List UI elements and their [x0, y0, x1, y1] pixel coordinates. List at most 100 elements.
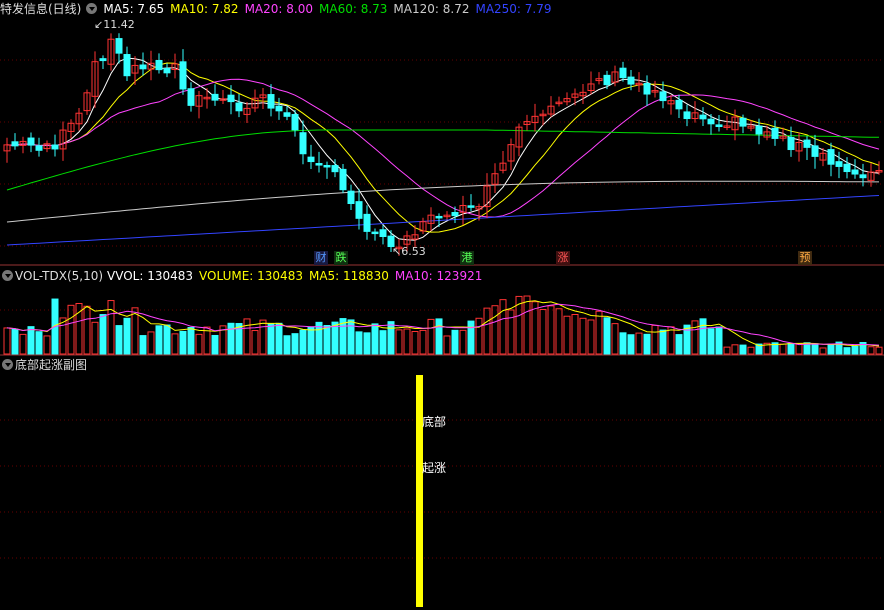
volume-bar: [371, 323, 379, 355]
candle-body: [627, 76, 635, 85]
volume-bar: [227, 322, 235, 355]
volume-bar: [163, 324, 171, 355]
candle-body: [315, 163, 323, 166]
volume-bar: [155, 325, 163, 355]
event-tag-finance[interactable]: 财: [314, 251, 328, 265]
volume-bar: [379, 330, 387, 355]
volume-bar: [267, 323, 275, 355]
sub-panel-title: 底部起涨副图: [15, 358, 88, 372]
candle-body: [739, 117, 747, 127]
volume-bar: [699, 318, 707, 355]
volume-bar: [635, 332, 643, 355]
volume-bar: [875, 346, 883, 355]
ma5-readout: MA5: 7.65: [103, 2, 165, 16]
volume-bar: [27, 326, 35, 355]
volume-bar: [139, 335, 147, 355]
volume-bar: [211, 334, 219, 355]
event-tag-rise[interactable]: 涨: [556, 251, 570, 265]
candle-body: [267, 94, 275, 109]
volume-bar: [867, 346, 875, 355]
candle-body: [155, 59, 163, 71]
candle-body: [363, 213, 371, 232]
ma120-line: [6, 180, 879, 223]
vol-ma10-readout: MA10: 123921: [394, 269, 483, 283]
candle-body: [707, 118, 715, 125]
candle-body: [227, 94, 235, 103]
chevron-down-icon[interactable]: [2, 270, 13, 281]
candle-body: [451, 212, 459, 217]
volume-bar: [475, 317, 483, 355]
volume-bar: [411, 331, 419, 355]
candle-body: [859, 174, 867, 179]
candle-body: [683, 111, 691, 120]
volume-bar: [603, 317, 611, 355]
volume-bar: [171, 333, 179, 355]
candle-body: [803, 139, 811, 148]
volume-bar: [691, 320, 699, 355]
volume-bar: [251, 330, 259, 355]
volume-bar: [651, 324, 659, 355]
chevron-down-icon[interactable]: [2, 359, 13, 370]
volume-bar: [347, 319, 355, 355]
volume-bar: [595, 310, 603, 355]
volume-bar: [299, 329, 307, 355]
candle-body: [27, 137, 35, 146]
volume-bar: [291, 333, 299, 355]
volume-bar: [123, 317, 131, 355]
candle-body: [619, 67, 627, 79]
candle-body: [835, 161, 843, 167]
event-tag-drop[interactable]: 跌: [334, 251, 348, 265]
candle-body: [163, 67, 171, 74]
chart-canvas[interactable]: [0, 0, 884, 610]
ma5-line: [6, 57, 880, 241]
ma20-line: [6, 78, 880, 218]
event-tag-forecast[interactable]: 预: [798, 251, 812, 265]
candle-body: [643, 83, 651, 95]
volume-bar: [779, 343, 787, 355]
volume-bar: [67, 304, 75, 355]
candle-body: [307, 156, 315, 163]
event-tag-hk[interactable]: 港: [460, 251, 474, 265]
main-panel-header: 特发信息(日线) MA5: 7.65 MA10: 7.82 MA20: 8.00 MA6…: [0, 1, 558, 17]
volume-bar: [107, 300, 115, 355]
volume-bar: [483, 307, 491, 355]
volume-bar: [739, 344, 747, 355]
candle-body: [851, 169, 859, 175]
candle-body: [291, 113, 299, 131]
candle-body: [331, 165, 339, 173]
volume-bar: [355, 331, 363, 355]
ma10-readout: MA10: 7.82: [170, 2, 239, 16]
candle-body: [787, 136, 795, 151]
candle-body: [299, 132, 307, 155]
volume-bar: [195, 333, 203, 355]
volume-bar: [451, 329, 459, 355]
volume-bar: [99, 314, 107, 355]
volume-bar: [35, 331, 43, 355]
candle-body: [699, 114, 707, 120]
candle-body: [275, 105, 283, 112]
candle-body: [715, 124, 723, 128]
volume-bar: [427, 318, 435, 355]
volume-bar: [499, 299, 507, 355]
candle-body: [283, 112, 291, 117]
volume-bar: [795, 343, 803, 355]
chevron-down-icon[interactable]: [86, 3, 98, 14]
volume-bar: [363, 332, 371, 355]
volume-bar: [507, 309, 515, 355]
candle-body: [99, 58, 107, 62]
rise-signal-label: 起涨: [422, 461, 447, 475]
candle-body: [187, 88, 195, 106]
candle-body: [771, 127, 779, 139]
bottom-rise-signal-bar: [416, 375, 423, 607]
candle-body: [371, 231, 379, 235]
volume-bar: [819, 347, 827, 355]
candle-body: [235, 102, 243, 112]
volume-bar: [587, 319, 595, 355]
volume-bar: [579, 317, 587, 355]
volume-bar: [715, 326, 723, 355]
candle-body: [379, 229, 387, 238]
volume-bar: [443, 335, 451, 355]
high-price-value: 11.42: [103, 18, 135, 31]
candle-body: [467, 205, 475, 208]
volume-bar: [523, 295, 531, 355]
